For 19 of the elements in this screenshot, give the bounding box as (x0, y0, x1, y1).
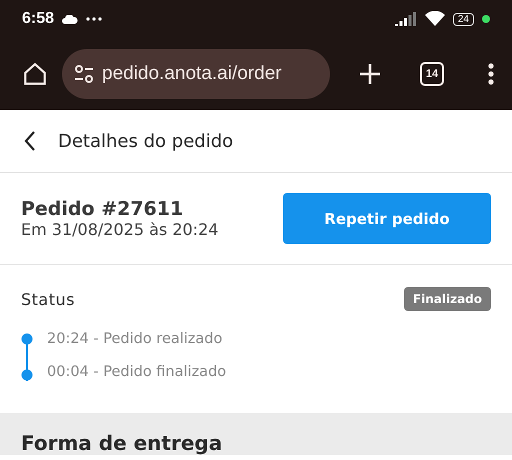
status-badge: Finalizado (404, 287, 491, 311)
section-title: Forma de entrega (21, 431, 222, 455)
order-date: Em 31/08/2025 às 20:24 (21, 220, 220, 239)
signal-icon (394, 12, 417, 26)
site-settings-icon[interactable] (74, 65, 94, 83)
battery-level: 24 (452, 12, 474, 26)
page-title: Detalhes do pedido (58, 130, 234, 152)
status-label: Status (21, 290, 75, 308)
order-number: Pedido #27611 (21, 198, 184, 220)
status-dot (482, 15, 490, 23)
cloud-icon (62, 14, 78, 24)
timeline-entry: 20:24 - Pedido realizado (47, 331, 224, 347)
tab-switcher-button[interactable]: 14 (420, 62, 444, 86)
back-icon[interactable] (24, 131, 36, 151)
timeline-entry: 00:04 - Pedido finalizado (47, 364, 226, 380)
wifi-icon (424, 11, 445, 27)
address-bar[interactable]: pedido.anota.ai/order (62, 49, 330, 99)
clock-time: 6:58 (22, 10, 54, 28)
more-icon (86, 17, 102, 21)
